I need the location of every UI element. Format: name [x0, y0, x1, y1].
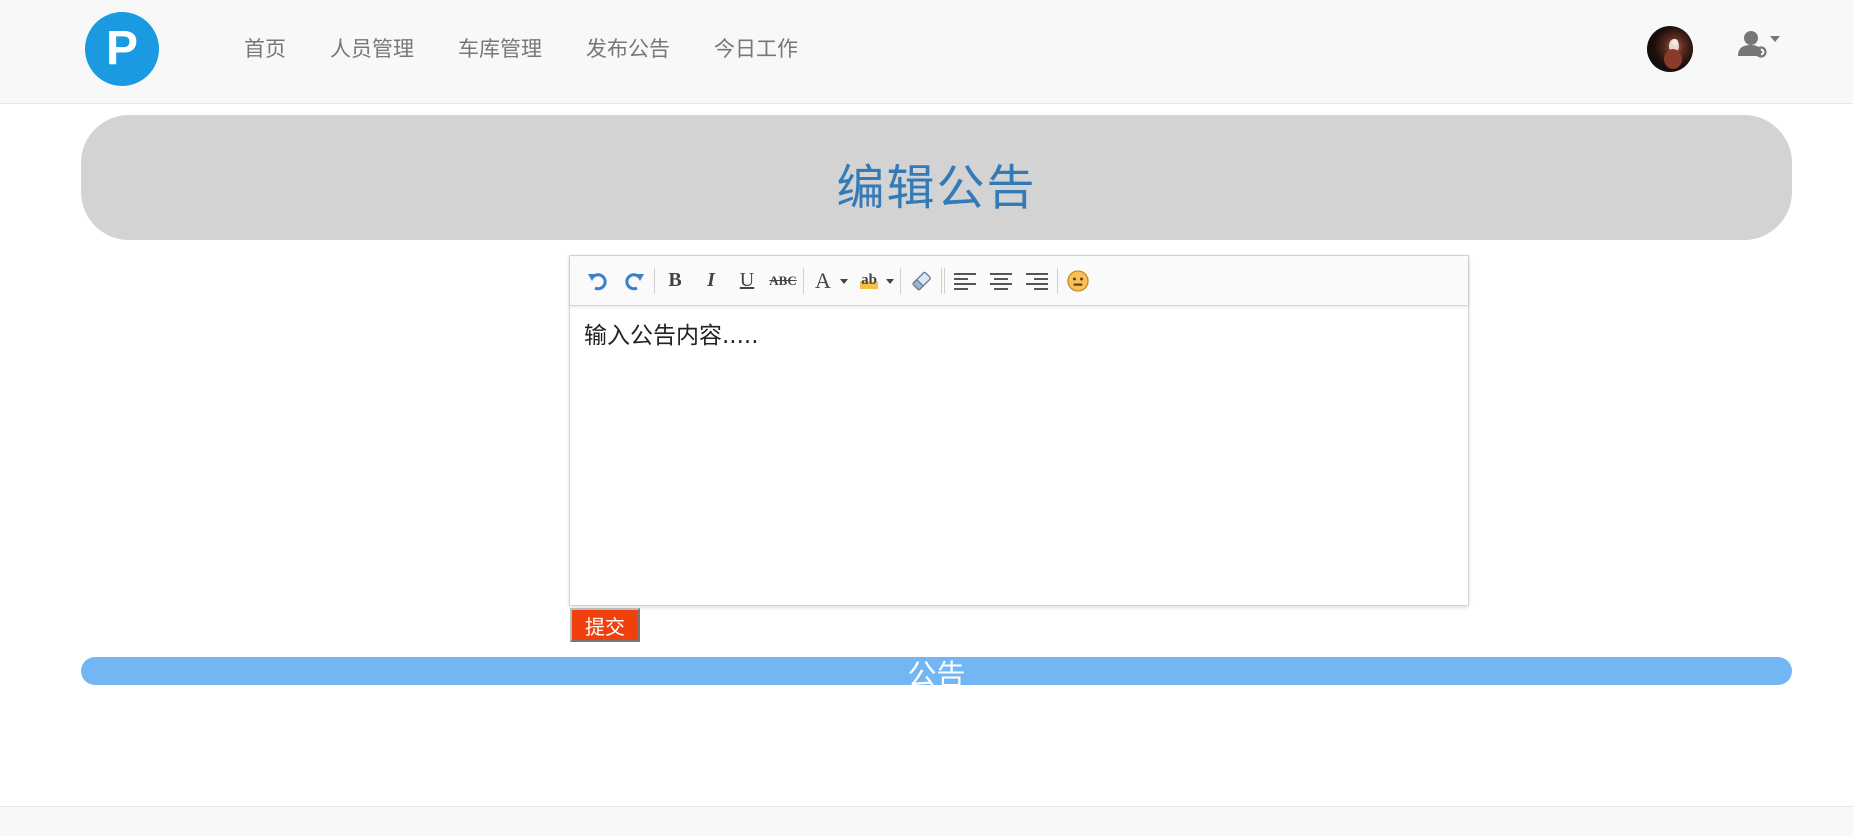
- user-gear-icon: [1738, 31, 1780, 58]
- parking-logo-icon: P: [106, 22, 138, 75]
- toolbar-separator: [654, 267, 655, 294]
- underline-icon: U: [739, 269, 755, 291]
- undo-icon: [588, 272, 607, 290]
- toolbar-separator: [900, 267, 901, 294]
- clear-format-button[interactable]: [903, 266, 939, 296]
- font-color-button[interactable]: A: [806, 266, 852, 296]
- align-right-button[interactable]: [1019, 266, 1055, 296]
- align-right-icon: [1026, 272, 1048, 290]
- undo-button[interactable]: [580, 266, 616, 296]
- avatar-image-icon: [1664, 39, 1682, 69]
- highlight-color-button[interactable]: ab: [852, 266, 898, 296]
- italic-button[interactable]: I: [693, 266, 729, 296]
- chevron-down-icon: [840, 278, 848, 284]
- align-left-button[interactable]: [947, 266, 983, 296]
- eraser-icon: [912, 271, 931, 290]
- nav-staff-management[interactable]: 人员管理: [308, 33, 436, 63]
- underline-button[interactable]: U: [729, 266, 765, 296]
- highlight-color-icon: ab: [860, 272, 878, 289]
- page-footer: [0, 806, 1853, 836]
- toolbar-separator: [803, 267, 804, 294]
- toolbar-separator: [944, 267, 945, 294]
- bold-button[interactable]: B: [657, 266, 693, 296]
- user-avatar[interactable]: [1647, 26, 1693, 72]
- rich-text-editor: B I U ABC A ab 输入公告内容.....: [569, 255, 1469, 606]
- italic-icon: I: [707, 269, 715, 291]
- submit-button[interactable]: 提交: [570, 608, 640, 642]
- redo-button[interactable]: [616, 266, 652, 296]
- editor-toolbar: B I U ABC A ab: [570, 256, 1468, 306]
- bold-icon: B: [668, 269, 682, 291]
- main-nav: 首页 人员管理 车库管理 发布公告 今日工作: [222, 0, 820, 95]
- chevron-down-icon: [886, 278, 894, 284]
- nav-today-work[interactable]: 今日工作: [692, 33, 820, 63]
- page-title: 编辑公告: [836, 159, 1037, 216]
- nav-garage-management[interactable]: 车库管理: [436, 33, 564, 63]
- emoji-button[interactable]: [1060, 266, 1096, 296]
- redo-icon: [625, 272, 644, 290]
- strikethrough-icon: ABC: [769, 272, 797, 288]
- top-navbar: P 首页 人员管理 车库管理 发布公告 今日工作: [0, 0, 1853, 104]
- svg-text:P: P: [106, 22, 138, 75]
- editor-content-area[interactable]: 输入公告内容.....: [570, 306, 1468, 606]
- brand-logo[interactable]: P: [85, 12, 159, 86]
- align-center-icon: [990, 272, 1012, 290]
- user-settings-dropdown[interactable]: [1735, 28, 1783, 62]
- toolbar-separator: [941, 267, 942, 294]
- notice-section-header: 公告: [81, 657, 1792, 692]
- toolbar-separator: [1057, 267, 1058, 294]
- align-left-icon: [954, 272, 976, 290]
- font-color-icon: A: [815, 267, 831, 293]
- emoji-icon: [1067, 269, 1089, 292]
- nav-home[interactable]: 首页: [222, 33, 308, 63]
- page-header-banner: 编辑公告: [81, 115, 1792, 240]
- notice-section-title: 公告: [907, 658, 966, 692]
- strikethrough-button[interactable]: ABC: [765, 266, 801, 296]
- nav-publish-notice[interactable]: 发布公告: [564, 33, 692, 63]
- align-center-button[interactable]: [983, 266, 1019, 296]
